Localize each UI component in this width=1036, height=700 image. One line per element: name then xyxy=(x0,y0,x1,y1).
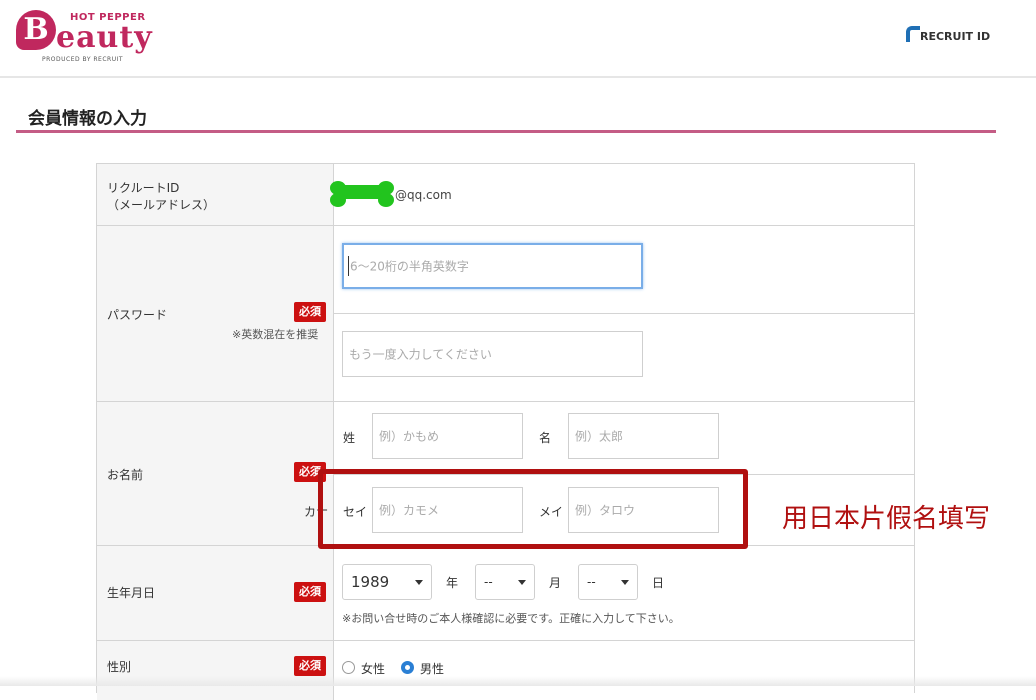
logo-badge: B xyxy=(16,10,56,50)
required-badge: 必須 xyxy=(294,656,326,676)
recruit-id-value: @qq.com xyxy=(395,188,452,202)
birth-day-select[interactable]: -- xyxy=(578,564,638,600)
password-input[interactable]: 6〜20桁の半角英数字 xyxy=(342,243,643,289)
row-divider xyxy=(97,401,914,402)
row-divider xyxy=(97,225,914,226)
required-badge: 必須 xyxy=(294,582,326,602)
name-label: お名前 xyxy=(107,468,144,482)
chevron-down-icon xyxy=(415,580,423,585)
row-divider xyxy=(97,640,914,641)
gender-label: 性別 xyxy=(107,660,132,674)
last-name-input[interactable]: 例）かもめ xyxy=(372,413,523,459)
title-underline xyxy=(16,130,996,133)
password-confirm-input[interactable]: もう一度入力してください xyxy=(342,331,643,377)
row-divider xyxy=(334,313,914,314)
month-unit: 月 xyxy=(549,576,562,590)
password-placeholder: 6〜20桁の半角英数字 xyxy=(350,259,469,274)
birth-year-select[interactable]: 1989 xyxy=(342,564,432,600)
page-title: 会員情報の入力 xyxy=(28,109,147,129)
birthday-label: 生年月日 xyxy=(107,586,156,600)
annotation-text: 用日本片假名填写 xyxy=(782,504,991,534)
first-name-placeholder: 例）太郎 xyxy=(575,429,624,444)
gender-male-radio[interactable] xyxy=(401,661,414,674)
day-unit: 日 xyxy=(652,576,665,590)
chevron-down-icon xyxy=(518,580,526,585)
hotpepper-beauty-logo[interactable]: B HOT PEPPER eauty PRODUCED BY RECRUIT xyxy=(14,8,154,66)
birth-month-value: -- xyxy=(484,575,493,589)
last-name-placeholder: 例）かもめ xyxy=(379,429,440,444)
site-header: B HOT PEPPER eauty PRODUCED BY RECRUIT R… xyxy=(0,0,1036,78)
mei-label: 名 xyxy=(539,431,552,445)
member-info-form: リクルートID （メールアドレス） @qq.com パスワード 必須 ※英数混在… xyxy=(96,163,915,700)
recruit-id-label-sub: （メールアドレス） xyxy=(107,198,216,212)
password-note: ※英数混在を推奨 xyxy=(232,328,319,341)
annotation-highlight-box xyxy=(318,469,748,549)
logo-brand-text: eauty xyxy=(56,20,153,55)
year-unit: 年 xyxy=(446,576,459,590)
birth-year-value: 1989 xyxy=(351,573,390,591)
birthday-note: ※お問い合せ時のご本人様確認に必要です。正確に入力して下さい。 xyxy=(342,612,680,625)
logo-produced-by: PRODUCED BY RECRUIT xyxy=(42,56,124,63)
password-confirm-placeholder: もう一度入力してください xyxy=(349,347,492,362)
password-label: パスワード xyxy=(107,308,168,322)
gender-female-radio[interactable] xyxy=(342,661,355,674)
gender-female-label[interactable]: 女性 xyxy=(361,660,385,677)
bottom-fade xyxy=(0,676,1036,686)
email-redaction-mark xyxy=(330,181,394,207)
birth-day-value: -- xyxy=(587,575,596,589)
recruit-id-text: RECRUIT ID xyxy=(920,30,991,43)
recruit-id-label: リクルートID xyxy=(107,181,180,195)
recruit-id-mark-icon xyxy=(906,26,920,42)
sei-label: 姓 xyxy=(343,431,356,445)
chevron-down-icon xyxy=(621,580,629,585)
required-badge: 必須 xyxy=(294,302,326,322)
gender-male-label[interactable]: 男性 xyxy=(420,660,444,677)
birth-month-select[interactable]: -- xyxy=(475,564,535,600)
first-name-input[interactable]: 例）太郎 xyxy=(568,413,719,459)
text-caret xyxy=(348,256,349,276)
